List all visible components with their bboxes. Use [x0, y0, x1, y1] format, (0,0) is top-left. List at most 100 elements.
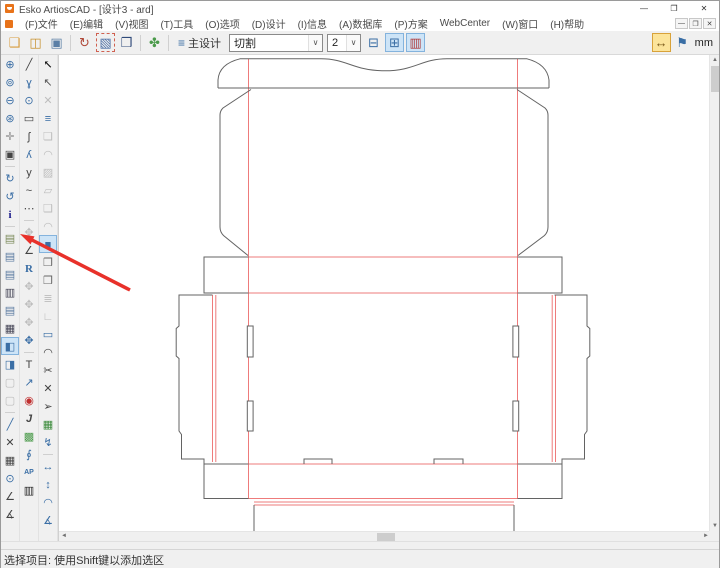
marquee-icon[interactable]: ▭	[39, 325, 57, 343]
menu-item[interactable]: (F)文件	[19, 16, 64, 31]
box-3d-icon[interactable]: ❒	[39, 253, 57, 271]
fill-icon[interactable]: ◧	[1, 337, 19, 355]
blank-tool-icon[interactable]: ▢	[1, 391, 19, 409]
group-copy-icon[interactable]: ❑	[39, 199, 57, 217]
scroll-up-icon[interactable]: ▲	[710, 55, 720, 65]
text-tool-icon[interactable]: T	[20, 355, 38, 373]
move-v-icon[interactable]: ✥	[20, 295, 38, 313]
pitcher-icon[interactable]: ◨	[1, 355, 19, 373]
zoom-window-icon[interactable]: ⊚	[1, 73, 19, 91]
rectangle-tool-icon[interactable]: ▭	[20, 109, 38, 127]
mdi-restore-button[interactable]: ❐	[689, 18, 702, 29]
layer-select[interactable]: 切割 ∨	[229, 34, 323, 52]
horizontal-scrollbar[interactable]: ◄ ►	[59, 531, 711, 541]
chevron-down-icon[interactable]: ∨	[346, 35, 360, 51]
cube-3d-icon[interactable]: ■	[39, 235, 57, 253]
group-icon[interactable]: ❏	[39, 127, 57, 145]
circle-point-icon[interactable]: ⊙	[1, 469, 19, 487]
image-frame-icon[interactable]: ▨	[39, 163, 57, 181]
box-3d-alt-icon[interactable]: ❒	[39, 271, 57, 289]
design-canvas[interactable]	[59, 55, 711, 531]
preview-icon[interactable]: ▣	[1, 145, 19, 163]
line-tool-icon[interactable]: ╱	[20, 55, 38, 73]
picture-add-icon[interactable]: ▤	[1, 265, 19, 283]
curve-tool-icon[interactable]: ʃ	[20, 127, 38, 145]
angle-point-icon[interactable]: ∡	[1, 505, 19, 523]
menu-item[interactable]: (V)视图	[109, 16, 154, 31]
close-button[interactable]: ✕	[689, 1, 719, 16]
zoom-out-icon[interactable]: ⊖	[1, 91, 19, 109]
zoom-step-select[interactable]: 2 ∨	[327, 34, 361, 52]
paperclip-icon[interactable]: ∮	[20, 445, 38, 463]
fillet-icon[interactable]: ◠	[39, 145, 57, 163]
radius-tool-icon[interactable]: R	[20, 259, 38, 277]
menu-item[interactable]: (P)方案	[388, 16, 433, 31]
menu-item[interactable]: WebCenter	[434, 18, 496, 29]
bezier-tool-icon[interactable]: ʎ	[20, 145, 38, 163]
dim-line-icon[interactable]: ⋯	[20, 199, 38, 217]
new-box-button[interactable]: ◫	[26, 33, 45, 52]
barcode-icon[interactable]: ▥	[20, 481, 38, 499]
menu-item[interactable]: (D)设计	[246, 16, 292, 31]
perspective-icon[interactable]: ∠	[1, 487, 19, 505]
screen-icon[interactable]: ▥	[1, 283, 19, 301]
open-button[interactable]: ❑	[5, 33, 24, 52]
zoom-in-icon[interactable]: ⊕	[1, 55, 19, 73]
move-icon[interactable]: ✥	[20, 223, 38, 241]
convert-3d-button[interactable]: ↻	[75, 33, 94, 52]
polyline-tool-icon[interactable]: y	[20, 163, 38, 181]
delete-icon[interactable]: ✕	[39, 91, 57, 109]
menu-item[interactable]: (W)窗口	[496, 16, 544, 31]
layer-columns-button[interactable]: ▥	[406, 33, 425, 52]
hatch-fill-icon[interactable]: ▩	[20, 427, 38, 445]
chevron-down-icon[interactable]: ∨	[308, 35, 322, 51]
dim-vertical-icon[interactable]: ↕	[39, 475, 57, 493]
text-arrow-icon[interactable]: ↗	[20, 373, 38, 391]
angle-tool-icon[interactable]: ∠	[20, 241, 38, 259]
arc-point-icon[interactable]: ɣ	[20, 73, 38, 91]
shear-icon[interactable]: ▱	[39, 181, 57, 199]
scroll-down-icon[interactable]: ▼	[710, 521, 720, 531]
rebuild-playback-icon[interactable]: ↺	[1, 187, 19, 205]
mdi-minimize-button[interactable]: —	[675, 18, 688, 29]
select-icon[interactable]: ↖	[39, 55, 57, 73]
cross-lines-icon[interactable]: ✕	[1, 433, 19, 451]
main-design-button[interactable]: ≡ 主设计	[174, 33, 225, 53]
zoom-help-icon[interactable]: ⊛	[1, 109, 19, 127]
knife-icon[interactable]: ✂	[39, 361, 57, 379]
hatch-icon[interactable]: ▦	[1, 451, 19, 469]
rebuild-icon[interactable]: ↻	[1, 169, 19, 187]
insert-picture-icon[interactable]: ▤	[1, 229, 19, 247]
draw-line-icon[interactable]: ╱	[1, 415, 19, 433]
add-to-3d-button[interactable]: ▧	[96, 33, 115, 52]
menu-item[interactable]: (H)帮助	[544, 16, 590, 31]
dim-angle-icon[interactable]: ∡	[39, 511, 57, 529]
overlay-layers-button[interactable]: ⊞	[385, 33, 404, 52]
refresh-pinwheel-button[interactable]: ✤	[145, 33, 164, 52]
corner-arc-icon[interactable]: ◠	[39, 217, 57, 235]
blank-tool-icon[interactable]: ▢	[1, 373, 19, 391]
stairs-icon[interactable]: ≣	[39, 289, 57, 307]
plot-output-button[interactable]: ⚑	[673, 33, 692, 52]
move-d-icon[interactable]: ✥	[20, 313, 38, 331]
menu-item[interactable]: (A)数据库	[333, 16, 388, 31]
snap-layers-button[interactable]: ⊟	[364, 33, 383, 52]
picture-export-icon[interactable]: ▤	[1, 247, 19, 265]
ap-box-icon[interactable]: AP	[20, 463, 38, 481]
picture-move-icon[interactable]: ▤	[1, 301, 19, 319]
cross-tool-icon[interactable]: ✕	[39, 379, 57, 397]
select-multi-icon[interactable]: ↖	[39, 73, 57, 91]
horizontal-scroll-thumb[interactable]	[377, 533, 395, 541]
menu-item[interactable]: (E)编辑	[64, 16, 109, 31]
save-button[interactable]: ▣	[47, 33, 66, 52]
arrow-tool-icon[interactable]: ➢	[39, 397, 57, 415]
menu-item[interactable]: (I)信息	[292, 16, 333, 31]
info-icon[interactable]: i	[1, 205, 19, 223]
circle-tool-icon[interactable]: ⊙	[20, 91, 38, 109]
arc-tool-icon[interactable]: ◠	[39, 343, 57, 361]
menu-item[interactable]: (T)工具	[154, 16, 199, 31]
move-h-icon[interactable]: ✥	[20, 277, 38, 295]
vertical-scrollbar[interactable]: ▲ ▼	[709, 55, 719, 531]
view-3d-button[interactable]: ❒	[117, 33, 136, 52]
mdi-close-button[interactable]: ✕	[703, 18, 716, 29]
